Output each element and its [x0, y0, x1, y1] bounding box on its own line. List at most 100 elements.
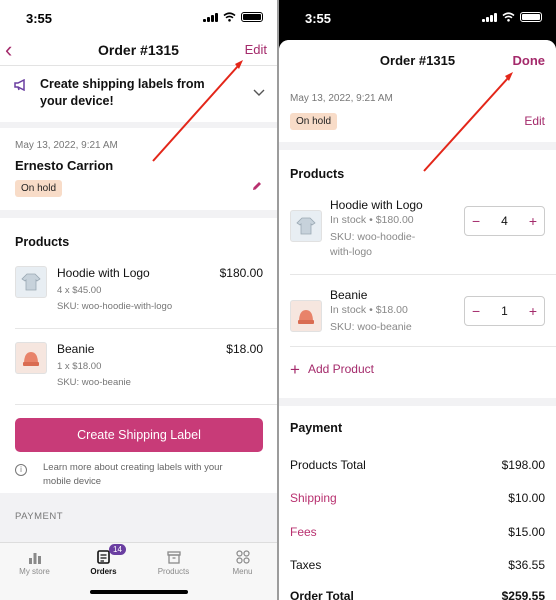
edit-button[interactable]: Edit — [245, 42, 267, 57]
product-qty: 1 x $18.00 — [57, 361, 102, 372]
wifi-icon — [223, 12, 236, 22]
payment-heading: Payment — [290, 421, 343, 435]
plus-button[interactable]: + — [529, 213, 537, 229]
status-badge: On hold — [15, 180, 63, 197]
payment-label: Taxes — [290, 558, 322, 572]
create-shipping-label-button[interactable]: Create Shipping Label — [15, 418, 263, 452]
products-heading: Products — [15, 235, 70, 249]
status-time: 3:55 — [305, 11, 332, 26]
customer-name: Ernesto Carrion — [15, 158, 114, 173]
learn-more-text: Learn more about creating labels with yo… — [43, 462, 223, 487]
product-qty: 4 x $45.00 — [57, 285, 102, 296]
grid-icon — [208, 548, 277, 564]
tab-label: Orders — [90, 567, 117, 576]
hoodie-thumbnail — [15, 266, 47, 298]
product-sku: SKU: woo-beanie — [57, 377, 131, 388]
products-section: Products Hoodie with Logo $180.00 4 x $4… — [0, 218, 277, 493]
divider — [15, 328, 277, 329]
quantity-value: 4 — [501, 214, 508, 228]
orders-icon — [69, 548, 138, 564]
divider — [290, 274, 556, 275]
wifi-icon — [502, 12, 515, 22]
shipping-link[interactable]: Shipping — [290, 491, 337, 505]
tab-my-store[interactable]: My store — [0, 543, 69, 583]
payment-value: $259.55 — [501, 589, 545, 600]
product-sku: SKU: woo-hoodie-with-logo — [57, 301, 173, 312]
status-badge: On hold — [290, 113, 338, 130]
minus-button[interactable]: − — [472, 303, 480, 319]
battery-icon — [520, 12, 542, 22]
payment-value: $198.00 — [501, 458, 545, 472]
payment-row[interactable]: Fees $15.00 — [290, 525, 545, 543]
plus-icon: + — [290, 360, 300, 379]
products-heading: Products — [290, 167, 345, 181]
order-date: May 13, 2022, 9:21 AM — [15, 140, 118, 151]
signal-icon — [203, 12, 218, 22]
tab-label: My store — [19, 567, 50, 576]
chevron-down-icon[interactable] — [253, 84, 265, 100]
status-icons — [482, 12, 542, 22]
payment-value: $10.00 — [508, 491, 545, 505]
payment-row: Order Total $259.55 — [290, 589, 545, 600]
status-bar: 3:55 — [279, 0, 556, 36]
product-name: Hoodie with Logo — [57, 266, 150, 280]
product-name: Hoodie with Logo — [330, 198, 423, 212]
edit-sheet: Order #1315 Done May 13, 2022, 9:21 AM O… — [279, 40, 556, 600]
product-row[interactable]: Beanie $18.00 1 x $18.00 SKU: woo-beanie — [0, 342, 277, 418]
page-title: Order #1315 — [98, 42, 179, 58]
payment-label: Products Total — [290, 458, 366, 472]
products-section: Products Hoodie with Logo In stock • $18… — [279, 150, 556, 398]
archive-box-icon — [139, 548, 208, 564]
signal-icon — [482, 12, 497, 22]
product-row[interactable]: Hoodie with Logo $180.00 4 x $45.00 SKU:… — [0, 266, 277, 342]
beanie-thumbnail — [290, 300, 322, 332]
product-name: Beanie — [330, 288, 368, 302]
nav-bar: ‹ Order #1315 Edit — [0, 36, 277, 66]
product-price: $180.00 — [219, 266, 263, 280]
edit-order-screen: 3:55 Order #1315 Done May 13, 2022, 9:21… — [279, 0, 556, 600]
shipping-label-banner[interactable]: Create shipping labels from your device! — [0, 66, 277, 122]
payment-row: Products Total $198.00 — [290, 458, 545, 476]
done-button[interactable]: Done — [513, 53, 546, 68]
quantity-stepper: − 1 + — [464, 296, 545, 326]
product-stock: In stock • $180.00 — [330, 214, 414, 226]
info-icon: i — [15, 464, 27, 476]
pencil-icon[interactable] — [251, 180, 263, 195]
product-sku: SKU: woo-hoodie-with-logo — [330, 231, 416, 258]
order-date: May 13, 2022, 9:21 AM — [290, 93, 393, 104]
product-row: Beanie In stock • $18.00 SKU: woo-beanie… — [279, 288, 556, 368]
tab-label: Products — [157, 567, 190, 576]
add-product-label: Add Product — [307, 362, 374, 376]
tab-label: Menu — [232, 567, 253, 576]
product-stock: In stock • $18.00 — [330, 304, 408, 316]
battery-icon — [241, 12, 263, 22]
payment-section: Payment Products Total $198.00 Shipping … — [279, 406, 556, 600]
product-row: Hoodie with Logo In stock • $180.00 SKU:… — [279, 198, 556, 278]
plus-button[interactable]: + — [529, 303, 537, 319]
quantity-stepper: − 4 + — [464, 206, 545, 236]
sheet-header: Order #1315 Done May 13, 2022, 9:21 AM O… — [279, 40, 556, 142]
status-time: 3:55 — [26, 11, 53, 26]
edit-status-button[interactable]: Edit — [524, 114, 545, 128]
add-product-button[interactable]: + Add Product — [290, 360, 374, 380]
quantity-value: 1 — [501, 304, 508, 318]
payment-heading: PAYMENT — [15, 511, 64, 522]
bar-chart-icon — [0, 548, 69, 564]
tab-menu[interactable]: Menu — [208, 543, 277, 583]
status-bar: 3:55 — [0, 0, 277, 36]
tab-products[interactable]: Products — [139, 543, 208, 583]
banner-text: Create shipping labels from your device! — [40, 77, 205, 108]
minus-button[interactable]: − — [472, 213, 480, 229]
home-indicator — [90, 590, 188, 594]
payment-label: Order Total — [290, 589, 354, 600]
order-summary-card: May 13, 2022, 9:21 AM Ernesto Carrion On… — [0, 128, 277, 210]
megaphone-icon — [14, 78, 28, 94]
beanie-thumbnail — [15, 342, 47, 374]
fees-link[interactable]: Fees — [290, 525, 317, 539]
order-detail-screen: 3:55 ‹ Order #1315 Edit Create shipping … — [0, 0, 277, 600]
payment-value: $15.00 — [508, 525, 545, 539]
tab-orders[interactable]: 14 Orders — [69, 543, 138, 583]
payment-row[interactable]: Shipping $10.00 — [290, 491, 545, 509]
status-icons — [203, 12, 263, 22]
orders-count-badge: 14 — [109, 544, 126, 555]
